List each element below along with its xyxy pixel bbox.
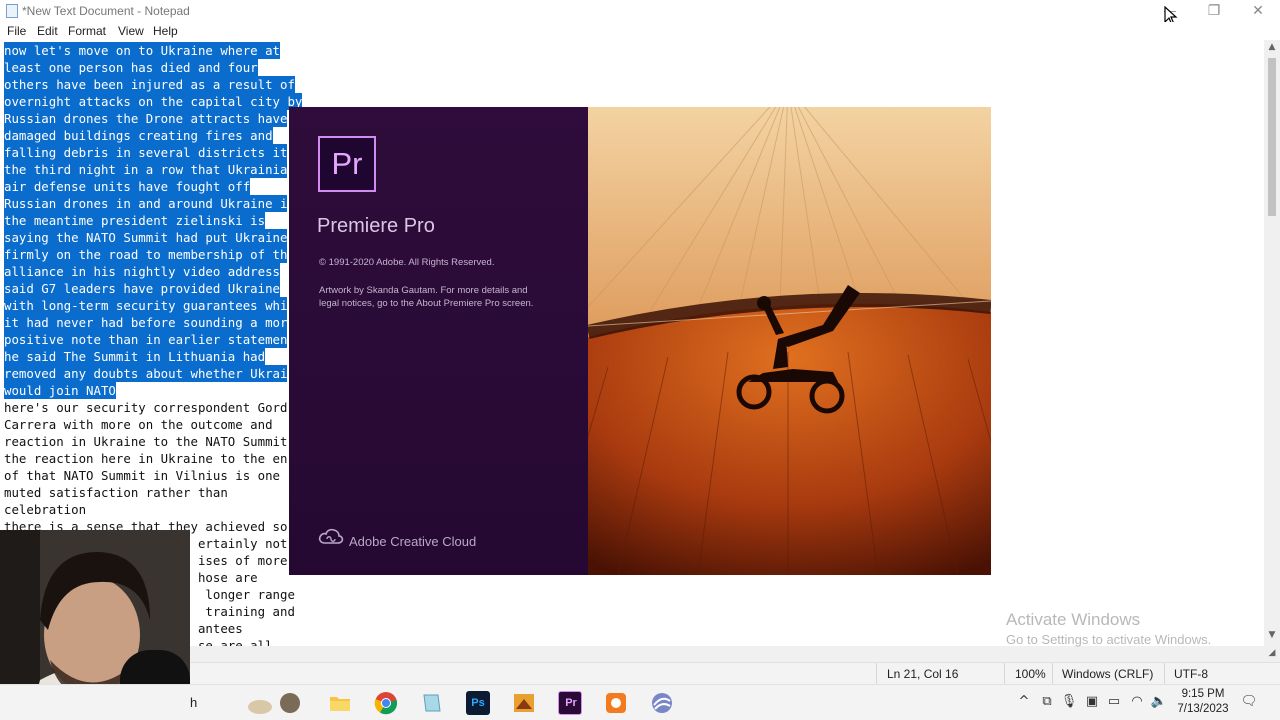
- notepad-app-icon: [6, 4, 18, 18]
- text-line: reaction in Ukraine to the NATO Summit: [4, 434, 288, 449]
- title-bar: *New Text Document - Notepad ❐ ✕: [0, 0, 1280, 26]
- photoshop-label: Ps: [471, 697, 485, 709]
- status-bar: Ln 21, Col 16 100% Windows (CRLF) UTF-8: [0, 662, 1280, 685]
- taskbar: h Ps Pr ^ ⧉ 🎙 ▣ ▭ ◠ 🔈 9:15 PM 7/13/2023 …: [0, 684, 1280, 720]
- selected-text-line: air defense units have fought off: [4, 178, 251, 195]
- selected-text-line: saying the NATO Summit had put Ukraine: [4, 229, 288, 246]
- status-divider: [1004, 663, 1005, 685]
- notepad-icon[interactable]: [420, 691, 444, 715]
- wifi-icon[interactable]: ◠: [1128, 694, 1146, 709]
- activate-heading: Activate Windows: [1006, 610, 1141, 629]
- selected-text-line: the third night in a row that Ukrainia: [4, 161, 288, 178]
- scroll-up-icon[interactable]: ▲: [1264, 42, 1280, 52]
- resize-grip-icon[interactable]: ◢: [1264, 648, 1280, 658]
- premiere-splash-screen: Pr Premiere Pro © 1991-2020 Adobe. All R…: [289, 107, 991, 575]
- clock-time: 9:15 PM: [1181, 688, 1225, 700]
- system-clock[interactable]: 9:15 PM 7/13/2023: [1172, 687, 1234, 717]
- folder-icon[interactable]: [328, 691, 352, 715]
- cursor-position: Ln 21, Col 16: [887, 667, 959, 681]
- splash-copyright: © 1991-2020 Adobe. All Rights Reserved.: [319, 257, 495, 268]
- zoom-level: 100%: [1015, 667, 1046, 681]
- window-title: *New Text Document - Notepad: [22, 4, 190, 18]
- microphone-icon[interactable]: 🎙: [1060, 694, 1078, 709]
- splash-artwork: [588, 107, 991, 575]
- creative-cloud-icon: [318, 528, 344, 544]
- scroll-down-icon[interactable]: ▼: [1264, 630, 1280, 640]
- vertical-scrollbar[interactable]: ▲ ▼: [1264, 40, 1280, 646]
- selected-text-line: damaged buildings creating fires and: [4, 127, 273, 144]
- selected-text-line: with long-term security guarantees whi: [4, 297, 288, 314]
- selected-text-line: falling debris in several districts it: [4, 144, 288, 161]
- splash-info-panel: Pr Premiere Pro © 1991-2020 Adobe. All R…: [289, 107, 588, 575]
- premiere-icon[interactable]: Pr: [558, 691, 582, 715]
- chrome-icon[interactable]: [374, 691, 398, 715]
- text-line: celebration: [4, 502, 87, 517]
- text-line: muted satisfaction rather than: [4, 485, 228, 500]
- menu-view[interactable]: View: [118, 24, 144, 38]
- menu-edit[interactable]: Edit: [37, 24, 58, 38]
- selected-text-line: removed any doubts about whether Ukrai: [4, 365, 288, 382]
- activate-windows-watermark: Activate Windows Go to Settings to activ…: [1006, 610, 1211, 647]
- menu-help[interactable]: Help: [153, 24, 178, 38]
- selected-text-line: the meantime president zielinski is: [4, 212, 266, 229]
- text-line: of that NATO Summit in Vilnius is one: [4, 468, 281, 483]
- selected-text-line: positive note than in earlier statemen: [4, 331, 288, 348]
- premiere-label: Pr: [565, 697, 577, 709]
- paint-icon[interactable]: [512, 691, 536, 715]
- status-divider: [1052, 663, 1053, 685]
- orange-app-icon[interactable]: [604, 691, 628, 715]
- premiere-logo-icon: Pr: [318, 136, 376, 192]
- meet-now-icon[interactable]: ▣: [1083, 694, 1101, 709]
- notifications-icon[interactable]: 🗨: [1240, 694, 1258, 709]
- clock-date: 7/13/2023: [1177, 703, 1229, 715]
- device-icon[interactable]: ⧉: [1038, 694, 1056, 709]
- selected-text-line: it had never had before sounding a mor: [4, 314, 288, 331]
- selected-text-line: overnight attacks on the capital city by: [4, 93, 303, 110]
- selected-text-line: would join NATO: [4, 382, 116, 399]
- splash-artwork-credit: Artwork by Skanda Gautam. For more detai…: [319, 285, 534, 309]
- menu-file[interactable]: File: [7, 24, 26, 38]
- photoshop-icon[interactable]: Ps: [466, 691, 490, 715]
- selected-text-line: Russian drones the Drone attracts have: [4, 110, 288, 127]
- menu-format[interactable]: Format: [68, 24, 106, 38]
- selected-text-line: alliance in his nightly video address: [4, 263, 281, 280]
- selected-text-line: said G7 leaders have provided Ukraine: [4, 280, 281, 297]
- text-line: here's our security correspondent Gord: [4, 400, 288, 415]
- scrollbar-thumb[interactable]: [1268, 58, 1276, 216]
- line-ending: Windows (CRLF): [1062, 667, 1154, 681]
- selected-text-line: firmly on the road to membership of th: [4, 246, 288, 263]
- maximize-button[interactable]: ❐: [1192, 0, 1236, 22]
- status-divider: [876, 663, 877, 685]
- activate-subtext: Go to Settings to activate Windows.: [1006, 632, 1212, 647]
- menu-bar: File Edit Format View Help: [0, 22, 1280, 40]
- selected-text-line: now let's move on to Ukraine where at: [4, 42, 281, 59]
- globe-app-icon[interactable]: [650, 691, 674, 715]
- taskbar-search[interactable]: h: [190, 695, 197, 710]
- encoding: UTF-8: [1174, 667, 1208, 681]
- volume-icon[interactable]: 🔈: [1150, 694, 1168, 709]
- status-divider: [1164, 663, 1165, 685]
- text-line: the reaction here in Ukraine to the en: [4, 451, 288, 466]
- selected-text-line: Russian drones in and around Ukraine i: [4, 195, 288, 212]
- selected-text-line: he said The Summit in Lithuania had: [4, 348, 266, 365]
- close-button[interactable]: ✕: [1236, 0, 1280, 22]
- search-highlight-icon: [246, 691, 304, 715]
- scrollbar-corner: ◢: [1264, 646, 1280, 662]
- selected-text-line: others have been injured as a result of: [4, 76, 295, 93]
- text-line: Carrera with more on the outcome and: [4, 417, 273, 432]
- splash-footer: Adobe Creative Cloud: [349, 534, 477, 549]
- battery-icon[interactable]: ▭: [1105, 694, 1123, 709]
- splash-app-name: Premiere Pro: [317, 215, 435, 237]
- chevron-up-icon[interactable]: ^: [1015, 694, 1033, 709]
- selected-text-line: least one person has died and four: [4, 59, 258, 76]
